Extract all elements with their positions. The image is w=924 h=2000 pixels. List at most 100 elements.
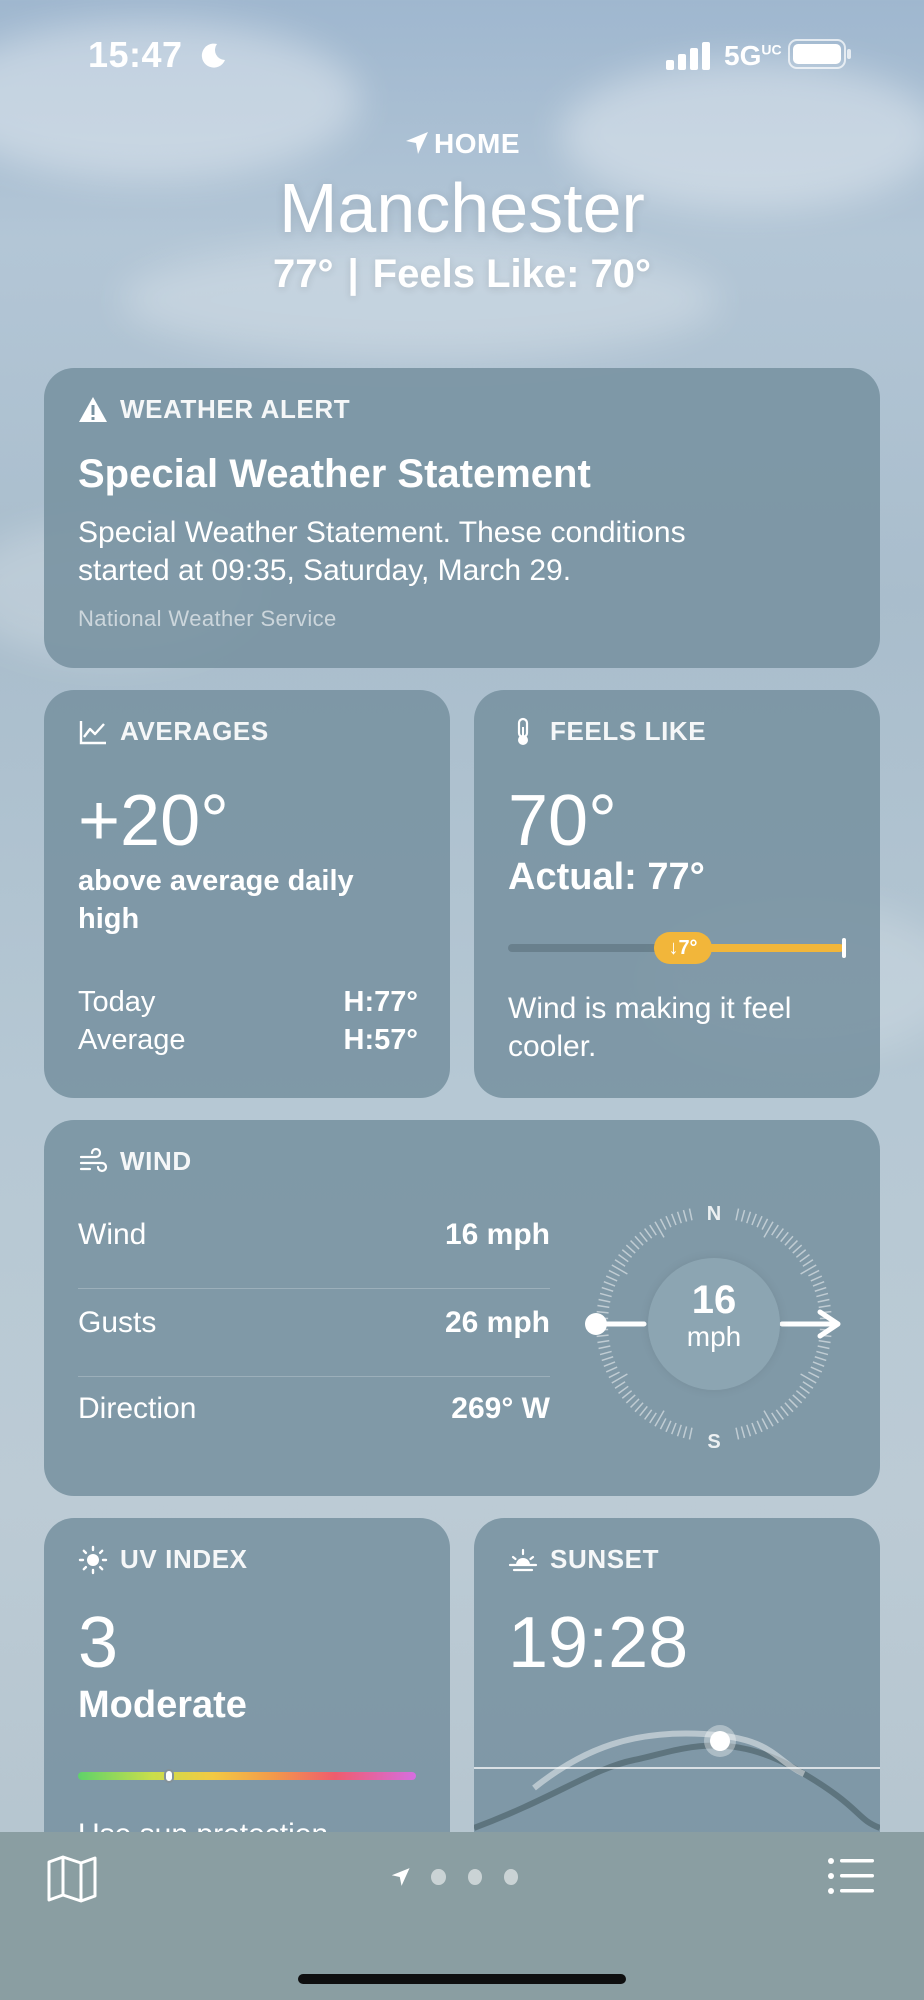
map-icon[interactable] (46, 1854, 98, 1904)
card-header: AVERAGES (78, 716, 269, 747)
compass-tick (817, 1345, 830, 1350)
compass-tick (810, 1275, 823, 1282)
compass-tick (788, 1398, 798, 1408)
compass-tick (608, 1371, 620, 1379)
compass-tick (784, 1235, 794, 1246)
compass-tick (596, 1334, 609, 1338)
alert-source: National Weather Service (78, 606, 337, 631)
alert-title: Special Weather Statement (78, 452, 591, 496)
compass-tick (799, 1254, 810, 1263)
compass-south-label: S (707, 1431, 720, 1453)
compass-tick (634, 1402, 644, 1413)
current-conditions: 77° | Feels Like: 70° (0, 252, 924, 297)
compass-tick (780, 1405, 789, 1417)
card-header: FEELS LIKE (508, 716, 706, 747)
compass-tick (601, 1356, 614, 1362)
compass-tick (597, 1339, 610, 1344)
compass-tick (784, 1402, 794, 1413)
feels-like-summary: Feels Like: 70° (372, 252, 652, 296)
compass-tick (625, 1244, 636, 1254)
alert-body: Special Weather Statement. These conditi… (78, 516, 686, 587)
compass-tick (818, 1339, 831, 1344)
location-arrow-icon[interactable] (390, 1865, 411, 1889)
home-indicator[interactable] (298, 1974, 626, 1984)
feels-like-description: Wind is making it feel cooler. (508, 992, 792, 1063)
compass-tick (812, 1361, 825, 1367)
compass-tick (746, 1211, 752, 1224)
wind-speed-value: 16 (691, 1278, 737, 1322)
compass-tick (771, 1224, 779, 1236)
compass-tick (771, 1412, 779, 1424)
sun-path-graph (474, 1725, 880, 1831)
compass-tick (659, 1418, 667, 1430)
compass-tick (682, 1209, 688, 1222)
weather-alert-card[interactable]: WEATHER ALERT Special Weather Statement … (44, 368, 880, 668)
compass-tick (756, 1420, 763, 1433)
sunset-time: 19:28 (508, 1603, 689, 1683)
compass-tick (659, 1218, 667, 1230)
compass-tick (676, 1211, 682, 1224)
average-description: above average daily high (78, 865, 354, 935)
compass-tick (649, 1412, 657, 1424)
feels-like-card[interactable]: FEELS LIKE 70° Actual: 77° ↓7° Wind is m… (474, 690, 880, 1098)
wind-card[interactable]: WIND Wind 16 mph Gusts 26 mph Direction … (44, 1120, 880, 1496)
city-name: Manchester (279, 169, 645, 247)
compass-tick (644, 1409, 653, 1420)
compass-tick (795, 1390, 807, 1399)
page-dot[interactable] (503, 1869, 518, 1885)
compass-tick (788, 1240, 798, 1250)
sunset-icon (508, 1548, 538, 1571)
wind-row: Wind 16 mph (78, 1218, 550, 1251)
compass-tick (634, 1235, 644, 1246)
location-arrow-icon (406, 132, 428, 154)
compass-tick (644, 1228, 653, 1239)
compass-tick (761, 1218, 769, 1230)
compass-tick (614, 1259, 626, 1267)
card-header: WEATHER ALERT (78, 394, 350, 425)
compass-tick (780, 1231, 789, 1243)
card-header: UV INDEX (78, 1544, 248, 1575)
sun-icon (78, 1545, 108, 1574)
compass-tick (802, 1381, 814, 1389)
compass-tick (682, 1426, 688, 1439)
signal-icon (666, 42, 710, 70)
averages-card[interactable]: AVERAGES +20° above average daily high T… (44, 690, 450, 1098)
current-temperature: 77° (272, 252, 334, 296)
compass-tick (671, 1213, 677, 1226)
compass-tick (599, 1350, 612, 1356)
difference-badge: ↓7° (654, 932, 712, 964)
average-row: Today H:77° (78, 986, 418, 1018)
uv-value: 3 (78, 1603, 119, 1683)
compass-tick (605, 1275, 618, 1282)
page-dot[interactable] (431, 1869, 446, 1885)
compass-tick (603, 1361, 616, 1367)
moon-icon (201, 43, 225, 68)
feels-like-value: 70° (508, 781, 617, 861)
compass-north-label: N (707, 1203, 721, 1225)
uv-level: Moderate (78, 1684, 247, 1726)
compass-tick (802, 1259, 814, 1267)
page-dot[interactable] (467, 1869, 482, 1885)
page-indicator[interactable] (390, 1862, 540, 1892)
compass-tick (614, 1381, 626, 1389)
list-icon[interactable] (826, 1854, 876, 1898)
compass-tick (792, 1394, 803, 1404)
compass-tick (792, 1244, 803, 1254)
card-header: SUNSET (508, 1544, 659, 1575)
compass-tick (639, 1405, 648, 1417)
compass-tick (761, 1418, 769, 1430)
compass-tick (818, 1304, 831, 1309)
compass-tick (598, 1345, 611, 1350)
compass-tick (639, 1231, 648, 1243)
compass-tick (597, 1304, 610, 1309)
compass-tick (817, 1298, 830, 1303)
compass-tick (625, 1394, 636, 1404)
compass-tick (756, 1215, 763, 1228)
wind-speed-dial: 16 mph (648, 1258, 780, 1390)
compass-tick (808, 1371, 820, 1379)
compass-tick (601, 1286, 614, 1292)
compass-tick (688, 1427, 693, 1440)
compass-tick (812, 1281, 825, 1287)
compass-tick (621, 1249, 633, 1258)
average-difference: +20° (78, 781, 229, 861)
